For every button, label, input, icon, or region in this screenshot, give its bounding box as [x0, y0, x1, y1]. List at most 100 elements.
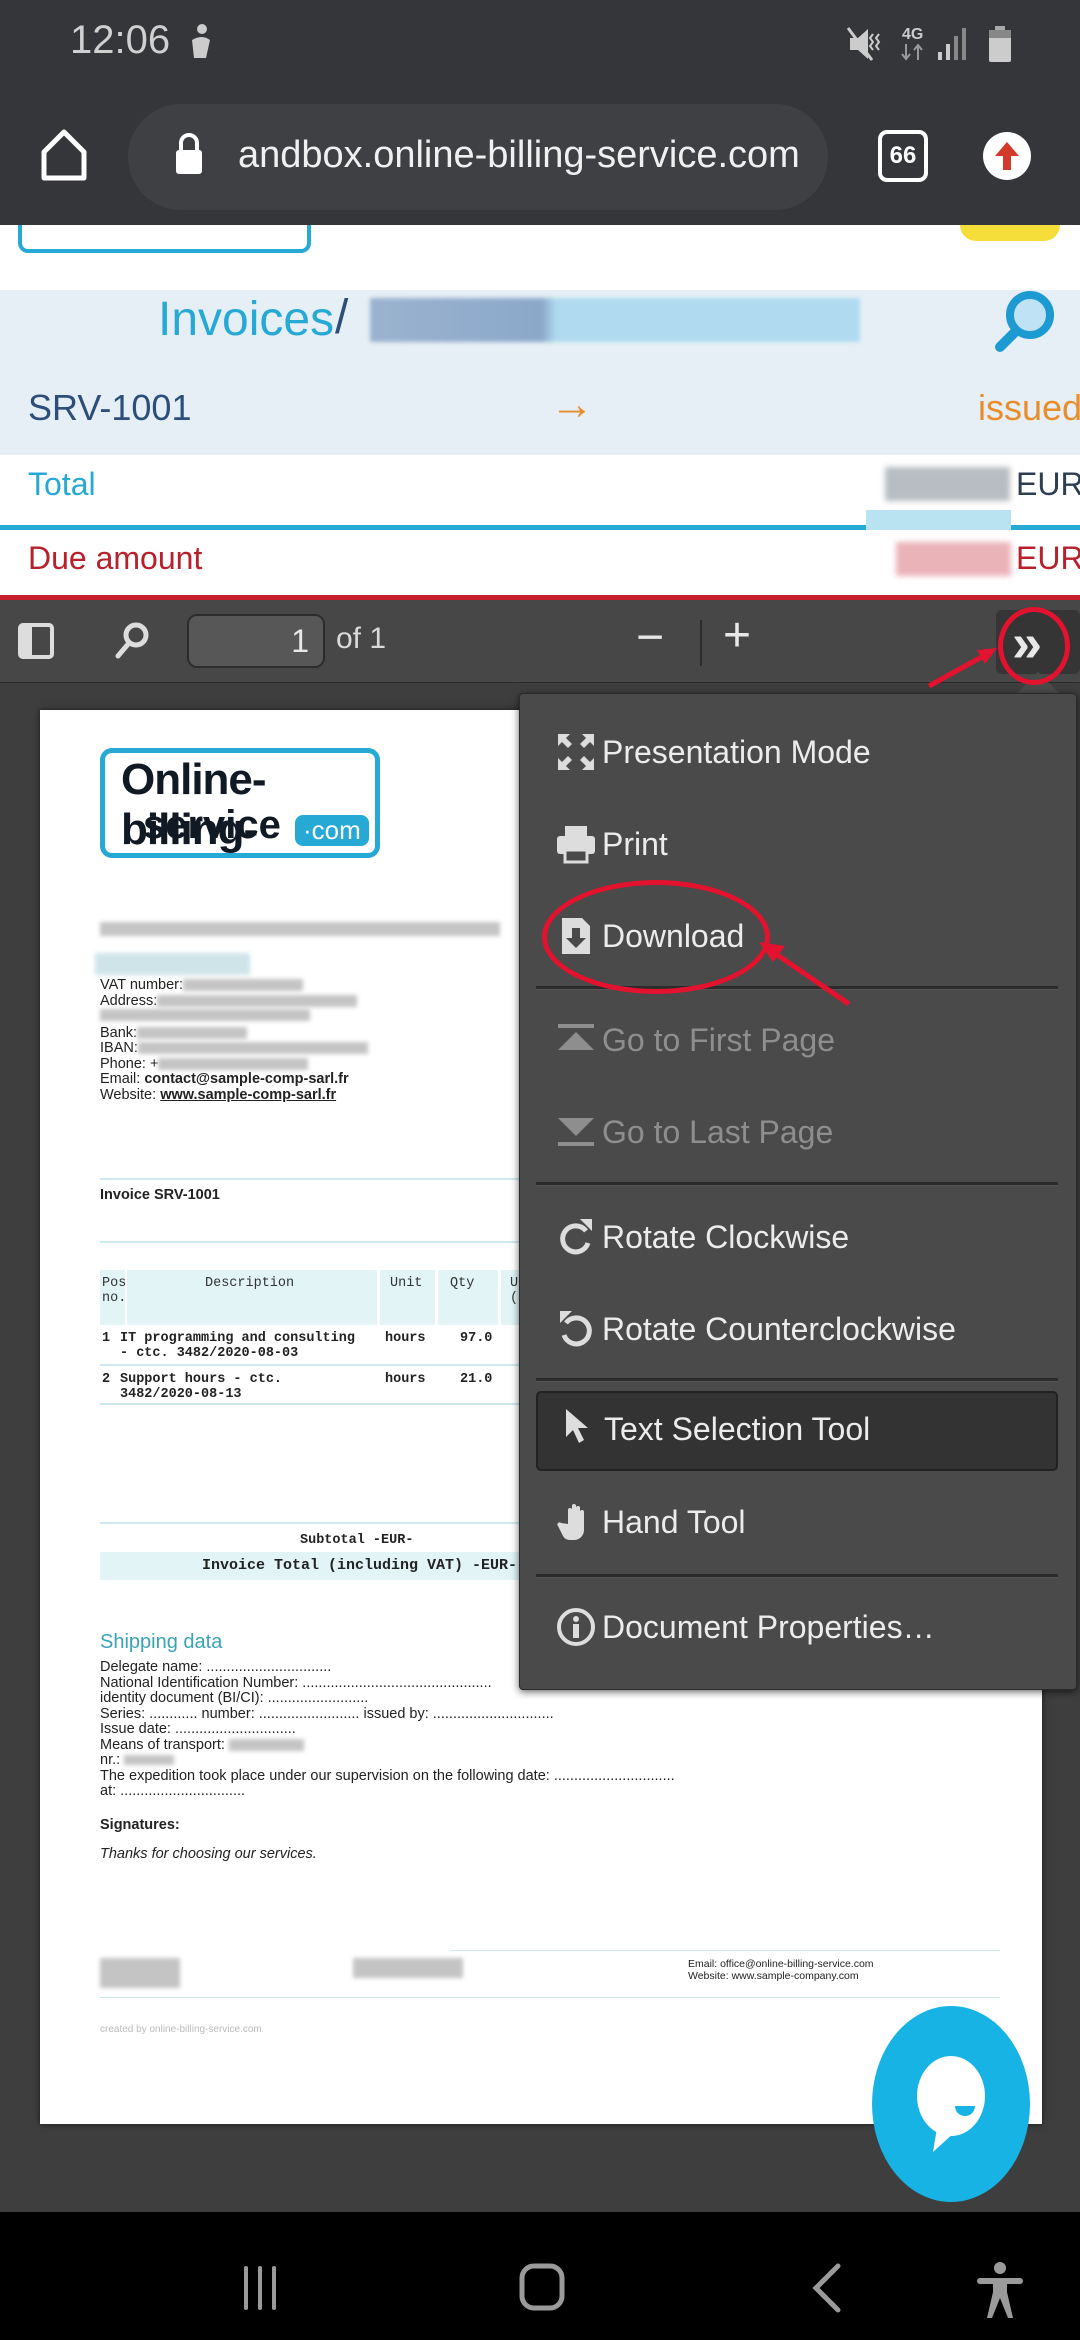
browser-toolbar: andbox.online-billing-service.com 66 [0, 90, 1080, 225]
header-description: Description [205, 1276, 295, 1291]
pdf-toolbar: 1 of 1 − + » [0, 600, 1080, 683]
menu-separator [536, 1574, 1058, 1578]
cursor-icon [566, 1409, 588, 1443]
rotate-cw-icon [560, 1219, 592, 1255]
hand-icon [557, 1504, 584, 1541]
secondary-toolbar-menu: Presentation Mode Print Download Go to F… [519, 693, 1077, 1690]
due-amount-label: Due amount [28, 540, 203, 576]
total-value-redacted [885, 467, 1010, 501]
menu-separator [536, 1182, 1058, 1186]
logo-com: ·com [295, 815, 369, 846]
menu-item-presentation-mode[interactable]: Presentation Mode [536, 714, 1058, 794]
total-label: Total [28, 466, 96, 502]
update-icon [995, 142, 1019, 170]
status-bar: 12:06 4G [0, 0, 1080, 90]
back-icon[interactable] [808, 2262, 844, 2316]
home-icon[interactable] [40, 128, 88, 182]
signal-icon [938, 28, 966, 60]
last-page-icon [558, 1118, 594, 1146]
company-website-link[interactable]: www.sample-comp-sarl.fr [160, 1087, 336, 1103]
presentation-mode-icon [558, 734, 594, 770]
lock-icon [176, 133, 202, 174]
invoice-total-label: Invoice Total (including VAT) -EUR- [202, 1557, 518, 1574]
invoice-status: issued [978, 387, 1080, 428]
divider [100, 1241, 560, 1243]
annotation-circle-tools [998, 607, 1070, 685]
menu-item-rotate-ccw[interactable]: Rotate Counterclockwise [536, 1291, 1058, 1371]
find-icon[interactable] [112, 620, 152, 662]
logo-line2: service [143, 803, 281, 847]
footer-block-redacted [100, 1958, 180, 1988]
info-icon [557, 1608, 595, 1646]
site-logo[interactable] [18, 225, 311, 253]
page-count: of 1 [336, 622, 387, 655]
footer-divider [450, 1950, 1000, 1951]
menu-button[interactable] [960, 225, 1060, 241]
annotation-circle-download [542, 880, 770, 994]
sidebar-toggle-icon[interactable] [18, 623, 54, 659]
signatures-label: Signatures: [100, 1817, 180, 1833]
home-icon[interactable] [518, 2262, 568, 2316]
row-divider [100, 1403, 560, 1405]
created-by: created by online-billing-service.com [100, 2024, 262, 2035]
annotation-arrow-icon [759, 942, 851, 1007]
menu-item-text-selection-tool[interactable]: Text Selection Tool [536, 1391, 1058, 1471]
total-currency: EUR [1016, 466, 1080, 502]
menu-separator [536, 1378, 1058, 1382]
first-page-icon [558, 1024, 594, 1050]
recents-icon[interactable] [240, 2264, 286, 2314]
chat-button[interactable] [872, 2006, 1030, 2202]
company-details: VAT number: Address: Bank: IBAN: Phone: … [100, 977, 368, 1103]
subtotal-label: Subtotal -EUR- [300, 1533, 414, 1548]
breadcrumb-separator: / [335, 291, 349, 344]
search-icon[interactable] [990, 287, 1060, 357]
due-value-redacted [896, 542, 1011, 576]
menu-item-rotate-cw[interactable]: Rotate Clockwise [536, 1199, 1058, 1279]
company-subtitle-redacted [95, 953, 250, 975]
due-currency: EUR [1016, 540, 1080, 576]
divider [100, 1522, 560, 1524]
thanks-text: Thanks for choosing our services. [100, 1846, 317, 1862]
url-text[interactable]: andbox.online-billing-service.com [238, 134, 800, 177]
table-row: 1 IT programming and consulting - ctc. 3… [102, 1331, 493, 1361]
annotation-arrow-icon [927, 648, 997, 689]
items-table-header: Pos no. Description Unit Qty U ( [100, 1270, 561, 1325]
mute-icon [846, 27, 881, 61]
update-button[interactable] [983, 132, 1031, 180]
invoice-title: Invoice SRV-1001 [100, 1187, 220, 1203]
arrow-right-icon: → [550, 380, 594, 429]
breadcrumb-invoices-link[interactable]: Invoices [158, 292, 334, 347]
invoice-total-row: Invoice Total (including VAT) -EUR- [100, 1552, 560, 1580]
divider [100, 1178, 560, 1180]
address-bar[interactable]: andbox.online-billing-service.com [128, 104, 828, 210]
header-pos: Pos no. [102, 1276, 127, 1306]
accessibility-icon[interactable] [975, 2260, 1025, 2320]
menu-item-last-page[interactable]: Go to Last Page [536, 1094, 1058, 1174]
android-nav-bar [0, 2212, 1080, 2340]
print-icon [557, 826, 595, 864]
tabs-button[interactable]: 66 [878, 130, 928, 182]
chat-bubble-icon [917, 2056, 985, 2152]
network-type: 4G [902, 26, 924, 43]
menu-item-document-properties[interactable]: Document Properties… [536, 1589, 1058, 1669]
total-progress-redacted [866, 510, 1011, 532]
table-row: 2 Support hours - ctc. 3482/2020-08-13 h… [102, 1372, 493, 1402]
clock: 12:06 [70, 18, 171, 62]
data-arrows-icon [901, 44, 923, 61]
footer-contact: Email: office@online-billing-service.com… [688, 1958, 874, 1982]
zoom-out-button[interactable]: − [636, 610, 664, 665]
menu-item-hand-tool[interactable]: Hand Tool [536, 1484, 1058, 1564]
breadcrumb-current-redacted [370, 298, 860, 342]
header-unit: Unit [390, 1276, 423, 1291]
menu-item-first-page[interactable]: Go to First Page [536, 1002, 1058, 1082]
invoice-id: SRV-1001 [28, 387, 192, 428]
company-email[interactable]: contact@sample-comp-sarl.fr [144, 1071, 348, 1087]
footer-block-redacted [353, 1958, 463, 1978]
zoom-in-button[interactable]: + [723, 608, 751, 663]
battery-icon [989, 26, 1011, 62]
accessibility-notification-icon [192, 24, 210, 58]
page-number-input[interactable]: 1 [187, 614, 325, 668]
zoom-divider [700, 620, 702, 666]
menu-item-print[interactable]: Print [536, 806, 1058, 886]
header-qty: Qty [450, 1276, 475, 1291]
